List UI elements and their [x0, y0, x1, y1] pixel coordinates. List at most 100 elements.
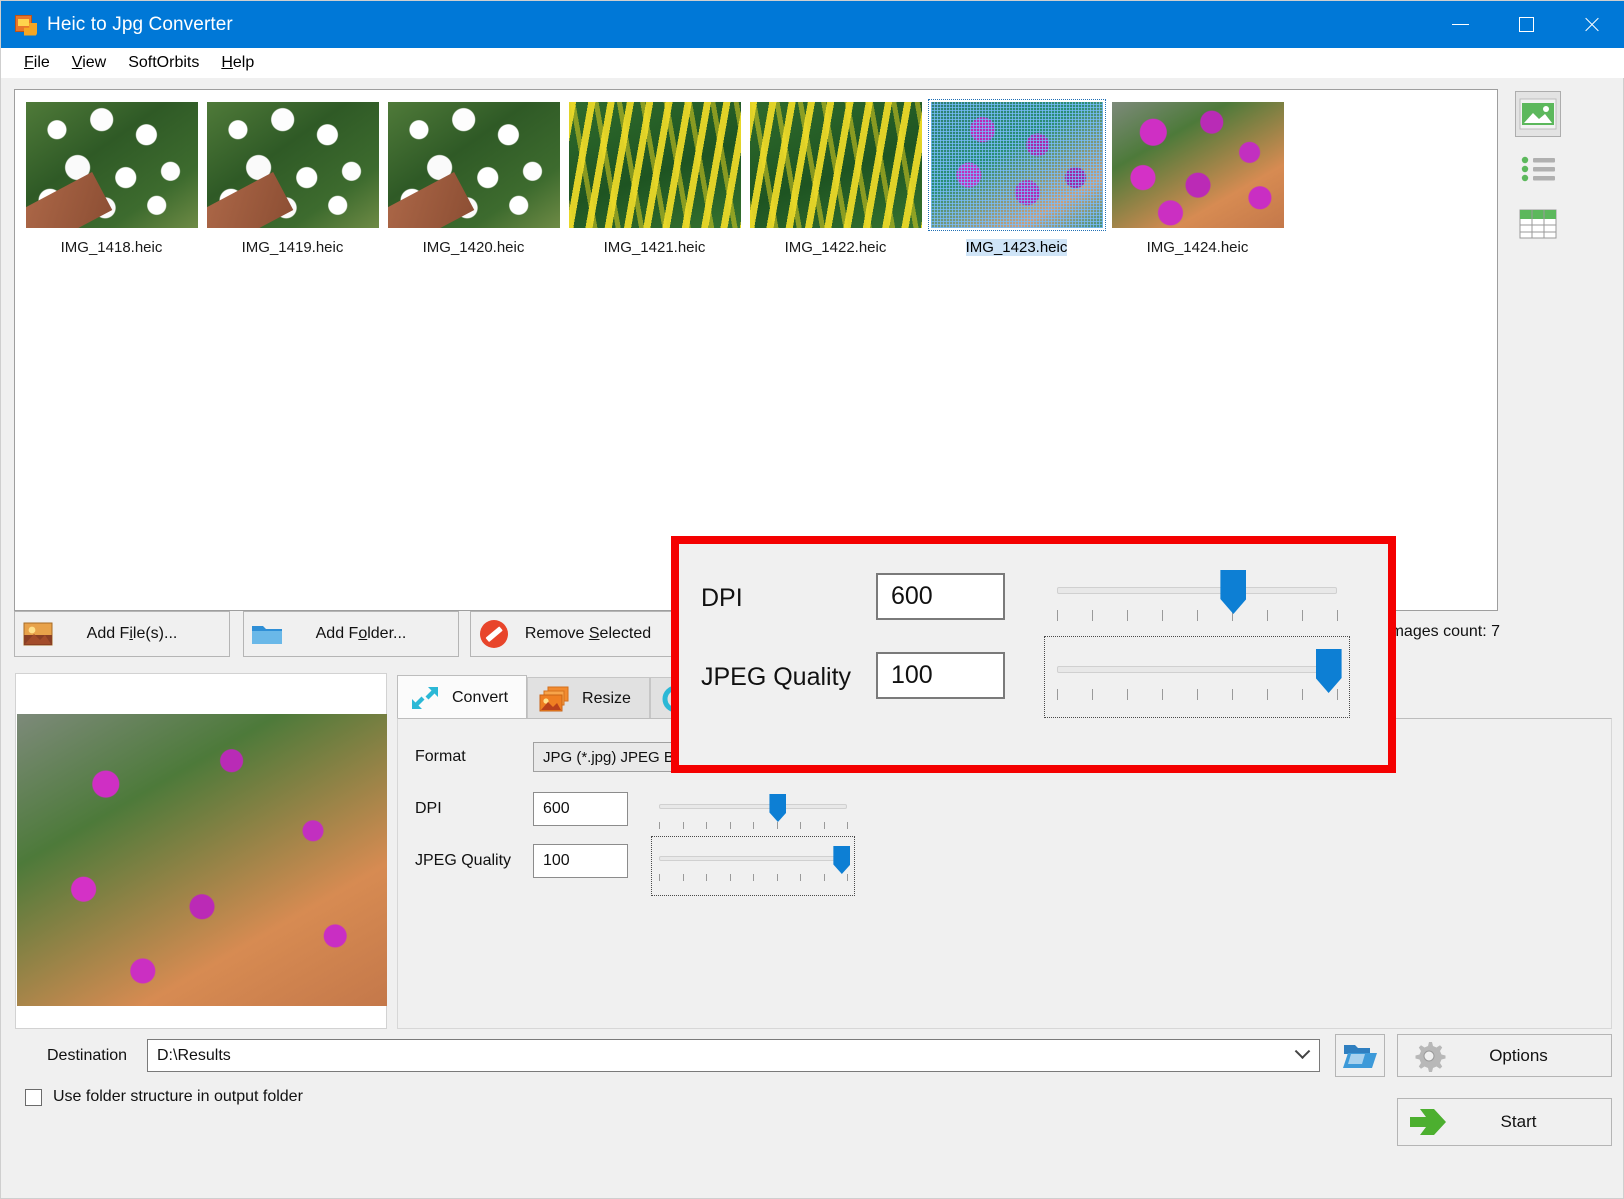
thumbnail-label: IMG_1420.heic — [422, 239, 525, 256]
callout-dpi-slider-track — [1057, 587, 1337, 594]
add-files-button[interactable]: Add File(s)... — [14, 611, 230, 657]
table-view-button[interactable] — [1515, 201, 1561, 247]
destination-combo[interactable]: D:\Results — [147, 1039, 1320, 1072]
minimize-icon — [1451, 24, 1469, 25]
jpeg-quality-slider[interactable] — [651, 836, 855, 896]
options-label: Options — [1489, 1045, 1548, 1065]
thumbnail-view-button[interactable] — [1515, 91, 1561, 137]
callout-dpi-input[interactable]: 600 — [876, 573, 1005, 620]
remove-selected-label: Remove Selected — [524, 625, 652, 642]
folder-icon — [244, 622, 290, 647]
menu-item-softorbits[interactable]: SoftOrbits — [117, 51, 210, 75]
list-view-button[interactable] — [1515, 146, 1561, 192]
callout-jpeg-slider-ticks — [1057, 689, 1338, 701]
start-button[interactable]: Start — [1397, 1098, 1612, 1146]
table-icon — [1519, 209, 1557, 239]
callout-jpeg-slider-thumb[interactable] — [1315, 649, 1342, 693]
thumbnail-image — [387, 102, 560, 228]
window-controls — [1427, 1, 1624, 48]
thumbnail-item-2[interactable]: IMG_1420.heic — [383, 98, 564, 260]
tab-resize-label: Resize — [582, 689, 631, 707]
thumbnail-label: IMG_1421.heic — [603, 239, 706, 256]
thumbnail-image — [568, 102, 741, 228]
browse-folder-button[interactable] — [1335, 1034, 1385, 1077]
jpeg-slider-track — [659, 856, 847, 861]
thumbnail-list-panel[interactable]: IMG_1418.heic IMG_1419.heic IMG_1420.hei… — [14, 89, 1498, 611]
jpeg-quality-input[interactable]: 100 — [533, 844, 628, 878]
window-title: Heic to Jpg Converter — [47, 13, 233, 35]
use-folder-structure-checkbox[interactable] — [25, 1088, 42, 1106]
dpi-slider-thumb[interactable] — [769, 794, 787, 822]
callout-dpi-label: DPI — [701, 584, 743, 612]
start-label: Start — [1500, 1112, 1537, 1131]
thumbnail-label: IMG_1424.heic — [1146, 239, 1249, 256]
title-bar: Heic to Jpg Converter — [1, 1, 1624, 48]
thumbnail-image — [1111, 102, 1284, 228]
chevron-down-icon — [1294, 1043, 1311, 1060]
callout-jpeg-slider-track — [1057, 666, 1337, 673]
maximize-button[interactable] — [1493, 1, 1559, 48]
destination-label: Destination — [47, 1047, 128, 1064]
remove-selected-button[interactable]: Remove Selected — [470, 611, 686, 657]
thumbnail-item-4[interactable]: IMG_1422.heic — [745, 98, 926, 260]
app-window: Heic to Jpg Converter File View SoftOrbi… — [0, 0, 1624, 1199]
format-label: Format — [415, 748, 466, 765]
convert-arrows-icon — [412, 686, 438, 709]
thumbnail-item-3[interactable]: IMG_1421.heic — [564, 98, 745, 260]
callout-jpeg-slider[interactable] — [1044, 636, 1350, 718]
zoom-callout-overlay: DPI 600 JPEG Quality 100 — [671, 536, 1396, 773]
callout-dpi-slider[interactable] — [1057, 570, 1338, 626]
images-count-label: Images count: 7 — [1386, 623, 1500, 640]
remove-icon — [471, 618, 517, 650]
thumbnail-image — [25, 102, 198, 228]
add-image-icon — [15, 622, 61, 646]
add-files-label: Add File(s)... — [86, 625, 178, 642]
thumbnail-label: IMG_1418.heic — [60, 239, 163, 256]
use-folder-structure-row[interactable]: Use folder structure in output folder — [25, 1088, 303, 1106]
minimize-button[interactable] — [1427, 1, 1493, 48]
add-folder-label: Add Folder... — [315, 625, 407, 642]
resize-images-icon — [539, 686, 569, 711]
menu-item-help[interactable]: Help — [210, 51, 265, 75]
close-icon — [1583, 16, 1601, 34]
green-arrow-icon — [1398, 1107, 1460, 1137]
menu-bar: File View SoftOrbits Help — [1, 48, 1624, 78]
thumbnail-image — [927, 99, 1106, 231]
view-mode-rail — [1510, 91, 1566, 271]
callout-jpeg-label: JPEG Quality — [701, 663, 852, 691]
thumbnail-image — [206, 102, 379, 228]
list-icon — [1521, 156, 1555, 182]
jpeg-quality-label: JPEG Quality — [415, 852, 512, 869]
thumbnail-item-5[interactable]: IMG_1423.heic — [926, 98, 1107, 260]
app-icon — [15, 14, 37, 36]
dpi-input[interactable]: 600 — [533, 792, 628, 826]
thumbnail-label: IMG_1419.heic — [241, 239, 344, 256]
tab-convert-label: Convert — [452, 688, 509, 706]
menu-item-view[interactable]: View — [61, 51, 117, 75]
thumbnail-image — [749, 102, 922, 228]
preview-pane — [15, 673, 387, 1029]
thumbnail-label: IMG_1423.heic — [965, 239, 1068, 256]
dpi-slider-track — [659, 804, 847, 809]
maximize-icon — [1518, 17, 1534, 32]
thumbnail-item-6[interactable]: IMG_1424.heic — [1107, 98, 1288, 260]
close-button[interactable] — [1559, 1, 1624, 48]
callout-dpi-slider-thumb[interactable] — [1220, 570, 1247, 614]
destination-value: D:\Results — [157, 1046, 231, 1064]
tab-resize[interactable]: Resize — [527, 677, 650, 719]
callout-jpeg-input[interactable]: 100 — [876, 652, 1005, 699]
jpeg-slider-thumb[interactable] — [833, 846, 851, 874]
gear-icon — [1398, 1039, 1460, 1073]
thumbnail-item-1[interactable]: IMG_1419.heic — [202, 98, 383, 260]
jpeg-slider-ticks — [659, 874, 848, 882]
callout-dpi-slider-ticks — [1057, 610, 1338, 622]
add-folder-button[interactable]: Add Folder... — [243, 611, 459, 657]
dpi-label: DPI — [415, 800, 442, 817]
dpi-slider[interactable] — [659, 792, 848, 836]
tab-convert[interactable]: Convert — [397, 675, 528, 719]
use-folder-structure-label: Use folder structure in output folder — [53, 1088, 303, 1105]
options-button[interactable]: Options — [1397, 1034, 1612, 1077]
thumbnail-item-0[interactable]: IMG_1418.heic — [21, 98, 202, 260]
dpi-slider-ticks — [659, 822, 848, 830]
menu-item-file[interactable]: File — [13, 51, 61, 75]
